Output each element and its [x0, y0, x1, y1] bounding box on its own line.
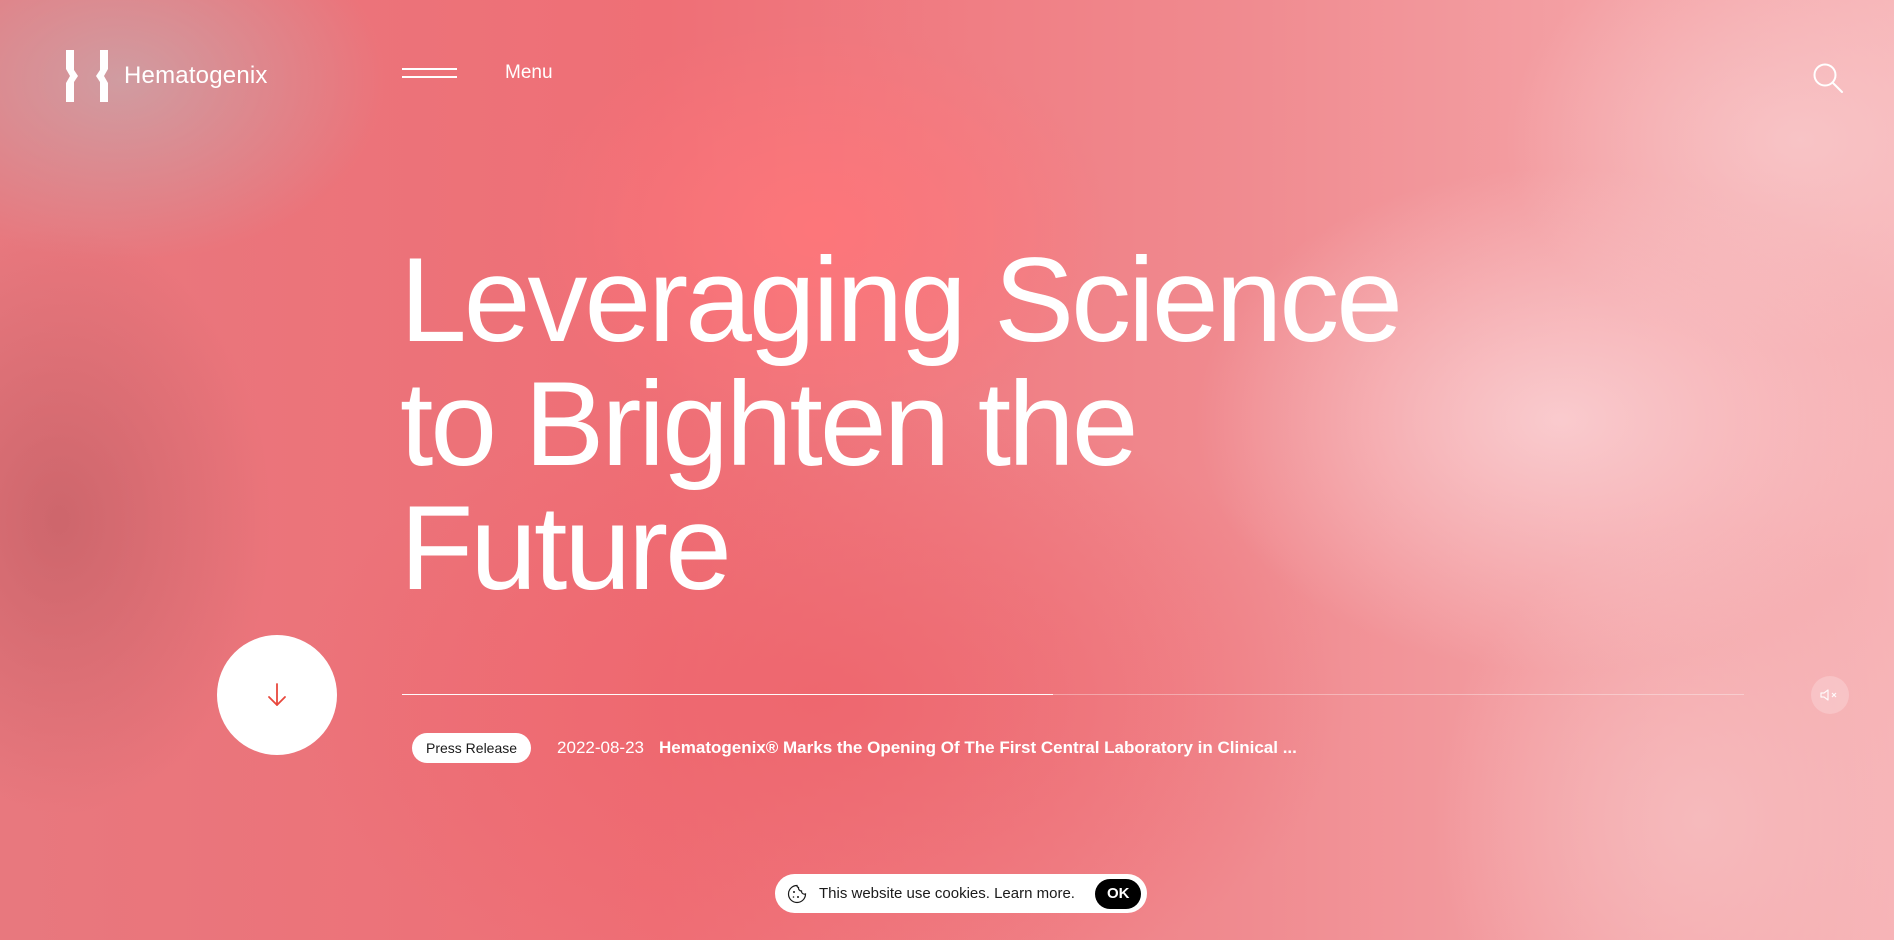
hero-title-line-2: to Brighten the	[400, 357, 1139, 491]
cookie-text[interactable]: This website use cookies. Learn more.	[819, 885, 1075, 902]
brand-name: Hematogenix	[124, 62, 268, 89]
hero-title-line-3: Future	[400, 481, 732, 615]
press-release-badge: Press Release	[412, 733, 532, 763]
search-icon	[1813, 63, 1843, 93]
menu-button[interactable]: Menu	[402, 62, 553, 84]
mute-button[interactable]	[1811, 676, 1849, 714]
hero-title: Leveraging Science to Brighten the Futur…	[400, 238, 1540, 610]
cookie-icon	[787, 883, 809, 905]
menu-label: Menu	[505, 62, 553, 83]
cookie-banner: This website use cookies. Learn more. OK	[775, 874, 1148, 913]
hero-title-line-1: Leveraging Science	[400, 233, 1403, 367]
news-headline-link[interactable]: Hematogenix® Marks the Opening Of The Fi…	[659, 738, 1297, 758]
speaker-muted-icon	[1820, 689, 1837, 701]
logo-link[interactable]: Hematogenix	[64, 50, 268, 102]
slide-progress-bar	[402, 694, 1744, 695]
news-ticker[interactable]: Press Release 2022-08-23 Hematogenix® Ma…	[412, 733, 1297, 763]
cookie-ok-button[interactable]: OK	[1094, 878, 1142, 909]
hematogenix-logo-icon	[64, 50, 110, 102]
scroll-down-button[interactable]	[217, 635, 337, 755]
hamburger-icon	[402, 66, 457, 80]
arrow-down-icon	[268, 683, 286, 706]
search-button[interactable]	[1812, 62, 1844, 94]
news-date: 2022-08-23	[557, 738, 645, 757]
slide-progress-fill	[402, 694, 1053, 695]
